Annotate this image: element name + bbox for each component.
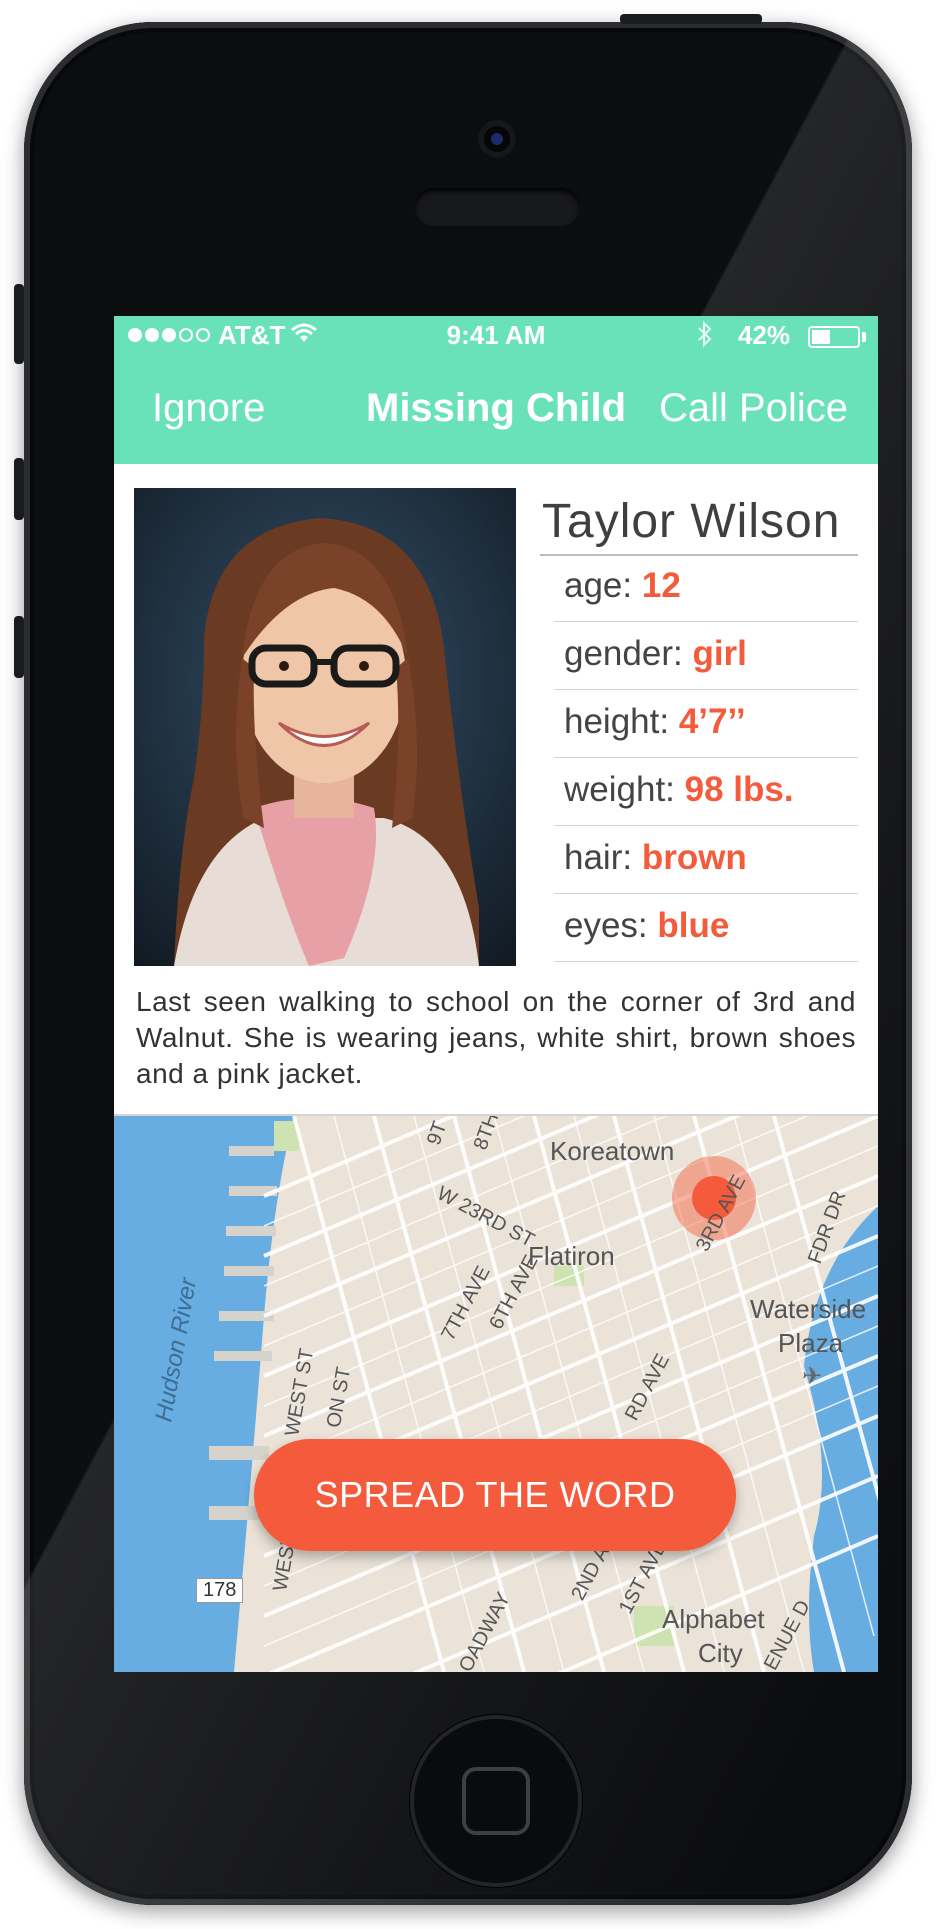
earpiece-speaker — [414, 188, 580, 226]
battery-tip — [862, 332, 866, 342]
sleep-wake-button — [620, 14, 762, 24]
battery-fill — [812, 330, 830, 344]
map-label-flatiron: Flatiron — [528, 1241, 615, 1271]
route-shield: 178 — [196, 1578, 244, 1603]
call-police-button[interactable]: Call Police — [659, 386, 848, 431]
stat-hair: hair: brown — [564, 838, 747, 878]
battery-icon — [808, 326, 860, 348]
divider — [554, 689, 858, 690]
divider — [554, 621, 858, 622]
stat-gender: gender: girl — [564, 634, 747, 674]
spread-the-word-button[interactable]: SPREAD THE WORD — [254, 1439, 736, 1551]
home-square-icon — [462, 1767, 530, 1835]
last-seen-description: Last seen walking to school on the corne… — [136, 986, 856, 1089]
stat-label: gender: — [564, 634, 683, 673]
map-label-city: City — [698, 1638, 743, 1668]
header-bar: AT&T 9:41 AM 42% Ignore Missing Child Ca… — [114, 316, 878, 464]
divider — [554, 825, 858, 826]
map-label-koreatown: Koreatown — [550, 1136, 675, 1166]
status-bar: AT&T 9:41 AM 42% — [114, 316, 878, 356]
map-label-alphabet: Alphabet — [662, 1604, 765, 1634]
stat-age: age: 12 — [564, 566, 681, 606]
map-label-waterside: Waterside — [750, 1294, 867, 1324]
battery-percent: 42% — [738, 320, 791, 350]
stat-value: 98 lbs. — [684, 770, 794, 809]
stat-value: blue — [657, 906, 730, 945]
stat-weight: weight: 98 lbs. — [564, 770, 794, 810]
divider — [554, 757, 858, 758]
divider — [554, 893, 858, 894]
stat-value: brown — [641, 838, 747, 877]
front-camera — [478, 120, 516, 158]
stat-label: weight: — [564, 770, 675, 809]
stat-value: 4’7’’ — [678, 702, 746, 741]
airport-icon: ✈ — [802, 1363, 823, 1390]
map-view[interactable]: Koreatown W 23RD ST 7TH AVE 6TH AVE Flat… — [114, 1116, 878, 1672]
volume-up-button — [14, 458, 24, 520]
divider — [540, 554, 858, 556]
child-name: Taylor Wilson — [542, 495, 841, 548]
phone-frame: AT&T 9:41 AM 42% Ignore Missing Child Ca… — [24, 22, 912, 1905]
volume-down-button — [14, 616, 24, 678]
mute-switch — [14, 284, 24, 364]
stat-value: 12 — [641, 566, 681, 605]
home-button[interactable] — [410, 1715, 582, 1887]
stat-label: height: — [564, 702, 670, 741]
app-screen: AT&T 9:41 AM 42% Ignore Missing Child Ca… — [114, 316, 878, 1672]
stat-label: age: — [564, 566, 633, 605]
bluetooth-icon — [696, 320, 714, 355]
stat-value: girl — [692, 634, 747, 673]
stat-label: eyes: — [564, 906, 648, 945]
child-photo — [134, 488, 516, 966]
divider — [554, 961, 858, 962]
map-label-plaza: Plaza — [778, 1328, 844, 1358]
stat-height: height: 4’7’’ — [564, 702, 746, 742]
stat-eyes: eyes: blue — [564, 906, 729, 946]
stat-label: hair: — [564, 838, 633, 877]
